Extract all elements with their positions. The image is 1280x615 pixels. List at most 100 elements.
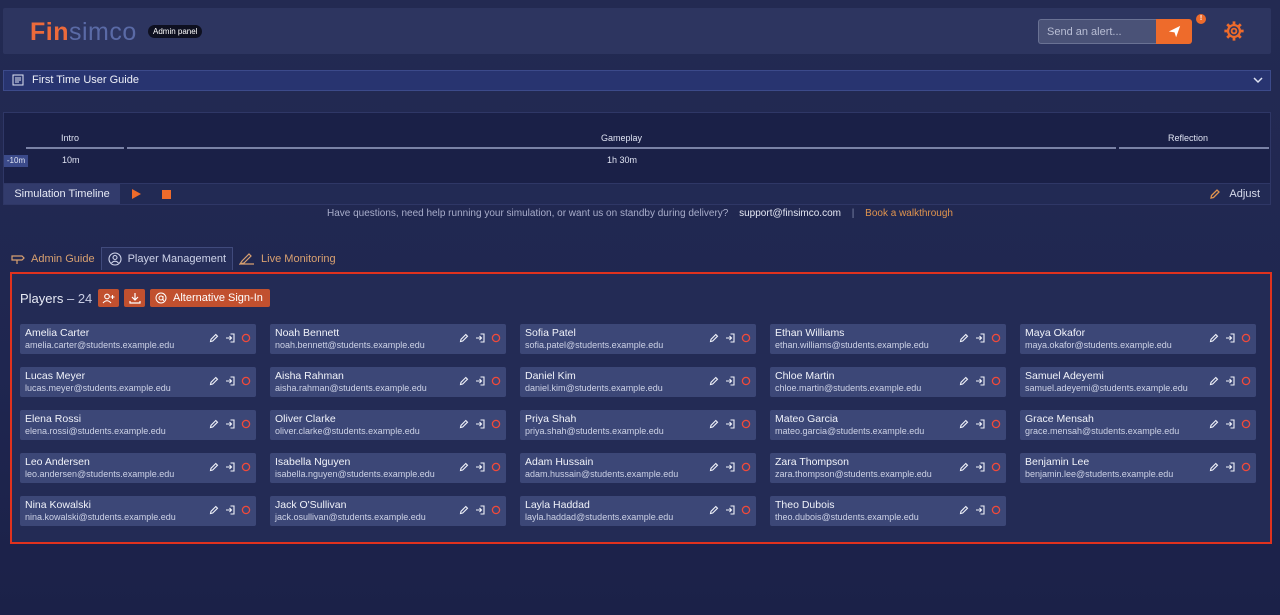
player-status-indicator[interactable] (1241, 333, 1251, 343)
edit-player-button[interactable] (209, 462, 219, 472)
player-status-indicator[interactable] (241, 462, 251, 472)
player-status-indicator[interactable] (491, 505, 501, 515)
player-status-indicator[interactable] (1241, 462, 1251, 472)
edit-player-button[interactable] (959, 333, 969, 343)
first-time-guide-bar[interactable]: First Time User Guide (3, 70, 1271, 91)
player-status-indicator[interactable] (1241, 419, 1251, 429)
player-status-indicator[interactable] (991, 505, 1001, 515)
edit-player-button[interactable] (709, 419, 719, 429)
player-card: Amelia Carter amelia.carter@students.exam… (20, 324, 256, 354)
alternative-sign-in-button[interactable]: Alternative Sign-In (150, 289, 270, 307)
sign-in-as-player-button[interactable] (225, 462, 235, 472)
notification-badge[interactable]: ! (1196, 14, 1206, 24)
edit-player-button[interactable] (459, 376, 469, 386)
player-status-indicator[interactable] (491, 333, 501, 343)
sign-in-as-player-button[interactable] (225, 505, 235, 515)
player-status-indicator[interactable] (741, 462, 751, 472)
edit-player-button[interactable] (959, 505, 969, 515)
edit-player-button[interactable] (959, 462, 969, 472)
send-alert-input[interactable] (1038, 19, 1156, 44)
edit-player-button[interactable] (709, 333, 719, 343)
chevron-down-icon[interactable] (1252, 74, 1264, 86)
player-status-indicator[interactable] (491, 462, 501, 472)
sign-in-as-player-button[interactable] (475, 462, 485, 472)
sign-in-as-player-button[interactable] (475, 376, 485, 386)
edit-player-button[interactable] (709, 376, 719, 386)
edit-player-button[interactable] (1209, 462, 1219, 472)
support-email-link[interactable]: support@finsimco.com (739, 208, 841, 219)
player-status-indicator[interactable] (741, 419, 751, 429)
player-card: Nina Kowalski nina.kowalski@students.exam… (20, 496, 256, 526)
player-status-indicator[interactable] (741, 333, 751, 343)
edit-player-button[interactable] (209, 376, 219, 386)
segment-gameplay-bar[interactable] (127, 147, 1116, 149)
edit-player-button[interactable] (459, 505, 469, 515)
player-status-indicator[interactable] (241, 505, 251, 515)
segment-intro-bar[interactable] (26, 147, 124, 149)
stop-icon[interactable] (162, 190, 171, 199)
gear-icon[interactable] (1223, 20, 1245, 42)
tab-admin-guide[interactable]: Admin Guide (5, 247, 101, 270)
player-status-indicator[interactable] (741, 376, 751, 386)
player-status-indicator[interactable] (491, 376, 501, 386)
tab-player-management[interactable]: Player Management (100, 247, 234, 270)
edit-player-button[interactable] (209, 505, 219, 515)
sign-in-as-player-button[interactable] (975, 462, 985, 472)
edit-player-button[interactable] (1209, 376, 1219, 386)
edit-player-button[interactable] (209, 419, 219, 429)
player-status-indicator[interactable] (991, 419, 1001, 429)
sign-in-as-player-button[interactable] (475, 419, 485, 429)
sign-in-as-player-button[interactable] (975, 505, 985, 515)
sign-in-as-player-button[interactable] (1225, 462, 1235, 472)
sign-in-as-player-button[interactable] (1225, 376, 1235, 386)
user-settings-icon (108, 252, 122, 266)
sign-in-as-player-button[interactable] (225, 419, 235, 429)
tab-live-monitoring[interactable]: Live Monitoring (233, 247, 342, 270)
edit-player-button[interactable] (959, 419, 969, 429)
adjust-button[interactable]: Adjust (1209, 188, 1260, 200)
edit-player-button[interactable] (209, 333, 219, 343)
book-walkthrough-link[interactable]: Book a walkthrough (865, 208, 953, 219)
sign-in-as-player-button[interactable] (1225, 333, 1235, 343)
sign-in-as-player-button[interactable] (475, 505, 485, 515)
player-status-indicator[interactable] (241, 333, 251, 343)
player-name: Elena Rossi (25, 413, 82, 425)
player-status-indicator[interactable] (991, 462, 1001, 472)
player-status-indicator[interactable] (991, 333, 1001, 343)
player-status-indicator[interactable] (1241, 376, 1251, 386)
edit-player-button[interactable] (459, 419, 469, 429)
sign-in-as-player-button[interactable] (725, 419, 735, 429)
play-icon[interactable] (131, 188, 142, 200)
player-actions (459, 505, 501, 515)
status-circle-icon (1241, 333, 1251, 343)
add-player-button[interactable] (98, 289, 119, 307)
sign-in-as-player-button[interactable] (475, 333, 485, 343)
player-status-indicator[interactable] (241, 419, 251, 429)
sign-in-as-player-button[interactable] (225, 376, 235, 386)
status-circle-icon (741, 419, 751, 429)
download-players-button[interactable] (124, 289, 145, 307)
player-status-indicator[interactable] (741, 505, 751, 515)
player-status-indicator[interactable] (991, 376, 1001, 386)
edit-player-button[interactable] (959, 376, 969, 386)
edit-player-button[interactable] (709, 462, 719, 472)
sign-in-as-player-button[interactable] (1225, 419, 1235, 429)
sign-in-as-player-button[interactable] (725, 376, 735, 386)
edit-player-button[interactable] (459, 333, 469, 343)
player-status-indicator[interactable] (491, 419, 501, 429)
edit-player-button[interactable] (709, 505, 719, 515)
player-status-indicator[interactable] (241, 376, 251, 386)
segment-reflection-bar[interactable] (1119, 147, 1269, 149)
edit-player-button[interactable] (1209, 333, 1219, 343)
sign-in-as-player-button[interactable] (725, 333, 735, 343)
edit-player-button[interactable] (459, 462, 469, 472)
sign-in-as-player-button[interactable] (725, 505, 735, 515)
sign-in-as-player-button[interactable] (725, 462, 735, 472)
sign-in-as-player-button[interactable] (975, 419, 985, 429)
status-circle-icon (491, 333, 501, 343)
sign-in-as-player-button[interactable] (975, 376, 985, 386)
send-alert-button[interactable] (1156, 19, 1192, 44)
sign-in-as-player-button[interactable] (975, 333, 985, 343)
edit-player-button[interactable] (1209, 419, 1219, 429)
sign-in-as-player-button[interactable] (225, 333, 235, 343)
